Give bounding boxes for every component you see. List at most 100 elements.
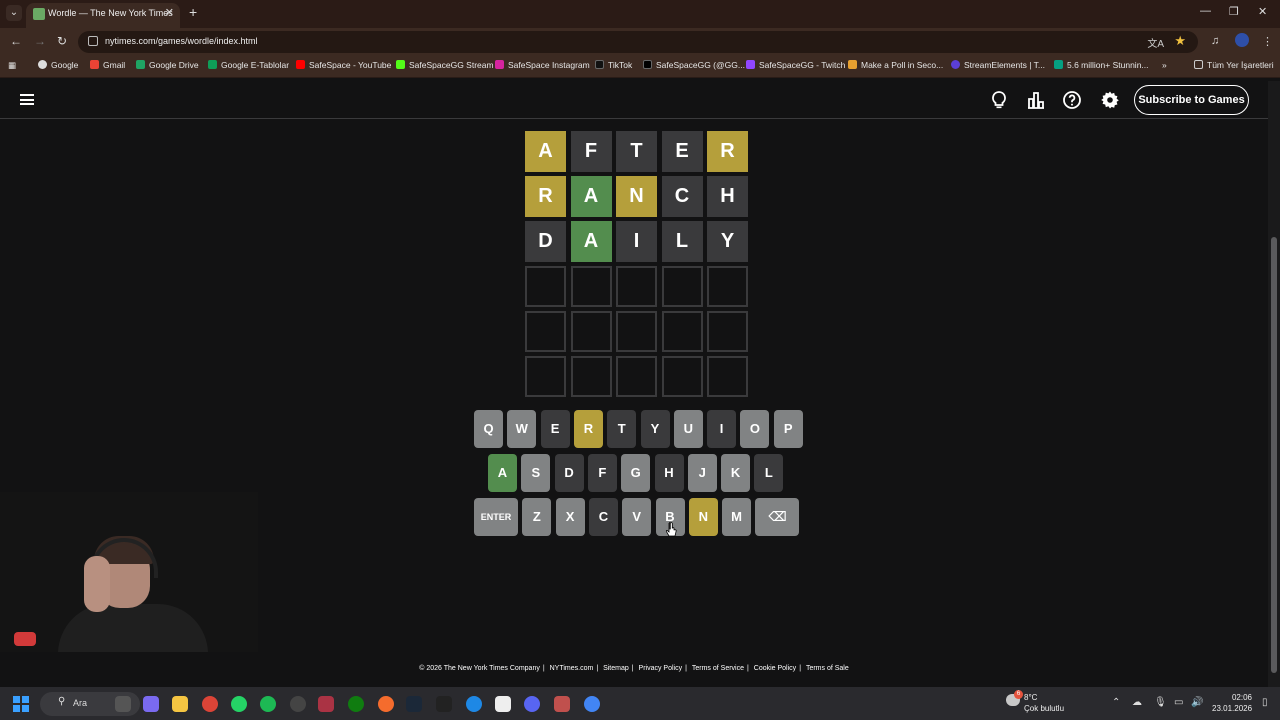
- snipping-tool-icon[interactable]: [318, 696, 334, 712]
- chrome-icon[interactable]: [202, 696, 218, 712]
- scrollbar-thumb[interactable]: [1271, 237, 1277, 673]
- battle-net-icon[interactable]: [466, 696, 482, 712]
- footer-link-terms-of-sale[interactable]: Terms of Sale: [806, 665, 849, 672]
- clock-date[interactable]: 23.01.2026: [1212, 704, 1252, 713]
- apps-grid-icon[interactable]: ▦: [8, 60, 16, 71]
- key-s[interactable]: S: [521, 454, 551, 492]
- bookmark-safespace-youtube[interactable]: SafeSpace - YouTube: [296, 60, 391, 70]
- microphone-icon[interactable]: 🎙: [1154, 697, 1167, 708]
- copilot-icon[interactable]: [143, 696, 159, 712]
- window-close-icon[interactable]: ✕: [1258, 5, 1267, 18]
- all-bookmarks[interactable]: Tüm Yer İşaretleri: [1194, 60, 1274, 70]
- minimize-icon[interactable]: —: [1200, 5, 1211, 17]
- footer-link-nytimes[interactable]: NYTimes.com: [550, 665, 594, 672]
- key-j[interactable]: J: [687, 454, 717, 492]
- key-x[interactable]: X: [555, 498, 585, 536]
- key-u[interactable]: U: [673, 410, 703, 448]
- key-y[interactable]: Y: [640, 410, 670, 448]
- footer-link-cookie-policy[interactable]: Cookie Policy: [754, 665, 796, 672]
- key-i[interactable]: I: [707, 410, 737, 448]
- site-info-icon[interactable]: [88, 36, 98, 46]
- back-icon[interactable]: ←: [10, 34, 22, 48]
- menu-icon[interactable]: [20, 94, 34, 105]
- bookmark-safespace-stream[interactable]: SafeSpaceGG Stream: [396, 60, 494, 70]
- key-q[interactable]: Q: [474, 410, 503, 448]
- address-url[interactable]: nytimes.com/games/wordle/index.html: [105, 36, 258, 46]
- windows-start-icon[interactable]: [13, 696, 29, 712]
- key-z[interactable]: Z: [522, 498, 552, 536]
- footer-link-terms-of-service[interactable]: Terms of Service: [692, 665, 744, 672]
- settings-icon[interactable]: [1100, 90, 1120, 110]
- key-e[interactable]: E: [540, 410, 570, 448]
- key-l[interactable]: L: [754, 454, 784, 492]
- bookmark-google-sheets[interactable]: Google E-Tablolar: [208, 60, 289, 70]
- xbox-icon[interactable]: [348, 696, 364, 712]
- key-m[interactable]: M: [722, 498, 752, 536]
- key-t[interactable]: T: [607, 410, 637, 448]
- key-g[interactable]: G: [621, 454, 651, 492]
- footer-link-sitemap[interactable]: Sitemap: [603, 665, 629, 672]
- key-o[interactable]: O: [740, 410, 770, 448]
- bookmark-stunning[interactable]: 5.6 million+ Stunnin...: [1054, 60, 1149, 70]
- key-d[interactable]: D: [554, 454, 584, 492]
- reload-icon[interactable]: ↻: [57, 34, 67, 48]
- tray-chevron-icon[interactable]: ⌃: [1112, 697, 1120, 708]
- help-icon[interactable]: [1062, 90, 1082, 110]
- profile-avatar[interactable]: [1235, 33, 1249, 47]
- chrome-active-icon[interactable]: [584, 696, 600, 712]
- obs-icon[interactable]: [290, 696, 306, 712]
- origin-icon[interactable]: [378, 696, 394, 712]
- steam-icon[interactable]: [406, 696, 422, 712]
- bookmark-safespace-twitch[interactable]: SafeSpaceGG - Twitch: [746, 60, 845, 70]
- bookmark-safespace-instagram[interactable]: SafeSpace Instagram: [495, 60, 590, 70]
- enter-key[interactable]: ENTER: [474, 498, 518, 536]
- key-v[interactable]: V: [622, 498, 652, 536]
- whatsapp-icon[interactable]: [231, 696, 247, 712]
- app-icon[interactable]: [554, 696, 570, 712]
- browser-menu-icon[interactable]: ⋮: [1262, 35, 1273, 48]
- task-view-icon[interactable]: [115, 696, 131, 712]
- browser-tab[interactable]: Wordle — The New York Times ✕: [26, 3, 180, 28]
- key-w[interactable]: W: [507, 410, 537, 448]
- bookmark-make-a-poll[interactable]: Make a Poll in Seco...: [848, 60, 943, 70]
- capcut-icon[interactable]: [495, 696, 511, 712]
- backspace-icon[interactable]: ⌫: [755, 498, 800, 536]
- bookmark-google[interactable]: Google: [38, 60, 78, 70]
- restore-icon[interactable]: ❐: [1229, 5, 1239, 18]
- page-scrollbar[interactable]: [1268, 81, 1280, 687]
- clock-time[interactable]: 02:06: [1222, 693, 1252, 702]
- key-n[interactable]: N: [688, 498, 718, 536]
- bookmark-safespace-x[interactable]: SafeSpaceGG (@GG...: [643, 60, 745, 70]
- address-bar[interactable]: nytimes.com/games/wordle/index.html 文A ★: [78, 31, 1198, 53]
- onedrive-icon[interactable]: ☁: [1132, 697, 1142, 708]
- discord-icon[interactable]: [524, 696, 540, 712]
- key-h[interactable]: H: [654, 454, 684, 492]
- bookmark-tiktok[interactable]: TikTok: [595, 60, 632, 70]
- notifications-icon[interactable]: ▯: [1262, 697, 1268, 708]
- stats-icon[interactable]: [1026, 90, 1046, 110]
- hint-icon[interactable]: [989, 90, 1009, 110]
- tab-search-icon[interactable]: ⌄: [6, 5, 22, 21]
- key-r[interactable]: R: [573, 410, 603, 448]
- bookmark-gmail[interactable]: Gmail: [90, 60, 125, 70]
- file-explorer-icon[interactable]: [172, 696, 188, 712]
- media-control-icon[interactable]: ♫: [1211, 35, 1219, 47]
- volume-icon[interactable]: 🔊: [1191, 697, 1203, 708]
- bookmarks-overflow-icon[interactable]: »: [1162, 60, 1167, 70]
- network-icon[interactable]: ▭: [1174, 697, 1183, 708]
- key-c[interactable]: C: [588, 498, 618, 536]
- tab-close-icon[interactable]: ✕: [165, 6, 174, 19]
- bookmark-google-drive[interactable]: Google Drive: [136, 60, 199, 70]
- key-f[interactable]: F: [587, 454, 617, 492]
- spotify-icon[interactable]: [260, 696, 276, 712]
- epic-games-icon[interactable]: [436, 696, 452, 712]
- bookmark-streamelements[interactable]: StreamElements | T...: [951, 60, 1045, 70]
- translate-icon[interactable]: 文A: [1147, 35, 1164, 50]
- bookmark-star-icon[interactable]: ★: [1174, 33, 1186, 49]
- key-p[interactable]: P: [773, 410, 803, 448]
- forward-icon[interactable]: →: [34, 34, 46, 48]
- subscribe-button[interactable]: Subscribe to Games: [1134, 85, 1249, 115]
- key-k[interactable]: K: [721, 454, 751, 492]
- footer-link-privacy[interactable]: Privacy Policy: [639, 665, 683, 672]
- key-a[interactable]: A: [488, 454, 517, 492]
